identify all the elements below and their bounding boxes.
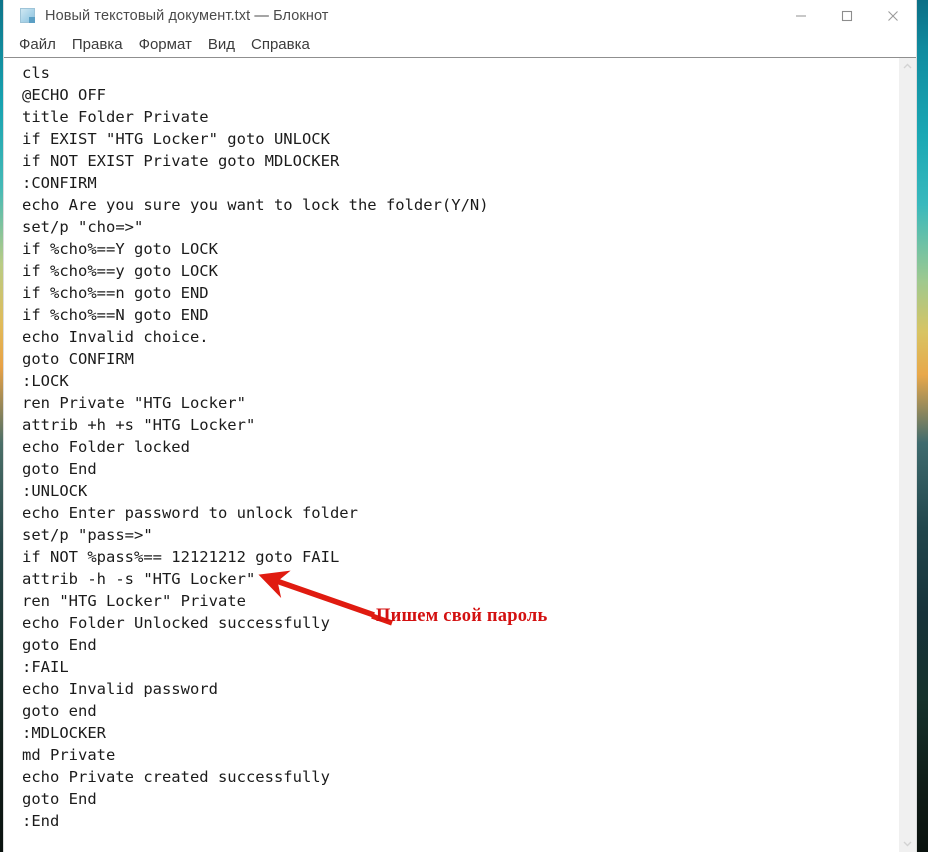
document-line: goto CONFIRM	[22, 350, 134, 368]
document-line: echo Folder locked	[22, 438, 190, 456]
document-line: goto End	[22, 790, 97, 808]
menu-item-format[interactable]: Формат	[139, 36, 192, 53]
menu-item-file[interactable]: Файл	[19, 36, 56, 53]
document-line: goto End	[22, 460, 97, 478]
document-line: :End	[22, 812, 60, 830]
document-line: if %cho%==y goto LOCK	[22, 262, 218, 280]
document-line: if EXIST "HTG Locker" goto UNLOCK	[22, 130, 330, 148]
menu-bar: Файл Правка Формат Вид Справка	[4, 32, 916, 58]
minimize-button[interactable]	[778, 1, 824, 31]
document-line: title Folder Private	[22, 108, 209, 126]
document-line: ren "HTG Locker" Private	[22, 592, 246, 610]
document-line: :FAIL	[22, 658, 69, 676]
window-title: Новый текстовый документ.txt — Блокнот	[45, 8, 329, 24]
document-line: goto end	[22, 702, 97, 720]
close-icon	[888, 11, 898, 21]
editor-region: cls @ECHO OFF title Folder Private if EXIST…	[4, 58, 916, 852]
notepad-window: Новый текстовый документ.txt — Блокнот Ф…	[4, 0, 916, 852]
text-editor[interactable]: cls @ECHO OFF title Folder Private if EXIST…	[4, 58, 898, 852]
scrollbar-up-button[interactable]	[899, 58, 916, 75]
chevron-up-icon	[903, 63, 912, 69]
document-line: :LOCK	[22, 372, 69, 390]
document-text: cls @ECHO OFF title Folder Private if EXIST…	[22, 62, 898, 832]
document-line: echo Invalid password	[22, 680, 218, 698]
document-line: if %cho%==n goto END	[22, 284, 209, 302]
document-line: echo Enter password to unlock folder	[22, 504, 358, 522]
document-line: echo Folder Unlocked successfully	[22, 614, 330, 632]
document-line: set/p "pass=>"	[22, 526, 153, 544]
title-bar[interactable]: Новый текстовый документ.txt — Блокнот	[4, 0, 916, 32]
document-line: goto End	[22, 636, 97, 654]
document-line: if NOT %pass%== 12121212 goto FAIL	[22, 548, 340, 566]
document-line: echo Private created successfully	[22, 768, 330, 786]
document-line: md Private	[22, 746, 116, 764]
document-line: cls	[22, 64, 50, 82]
document-line: echo Are you sure you want to lock the f…	[22, 196, 489, 214]
menu-item-edit[interactable]: Правка	[72, 36, 123, 53]
document-line: :UNLOCK	[22, 482, 88, 500]
document-line: attrib +h +s "HTG Locker"	[22, 416, 256, 434]
scrollbar-down-button[interactable]	[899, 835, 916, 852]
chevron-down-icon	[903, 841, 912, 847]
document-line: :CONFIRM	[22, 174, 97, 192]
close-button[interactable]	[870, 1, 916, 31]
document-line: ren Private "HTG Locker"	[22, 394, 246, 412]
document-line: :MDLOCKER	[22, 724, 106, 742]
menu-item-view[interactable]: Вид	[208, 36, 235, 53]
document-line: if %cho%==N goto END	[22, 306, 209, 324]
notepad-document-icon	[20, 8, 36, 24]
document-line: attrib -h -s "HTG Locker"	[22, 570, 256, 588]
minimize-icon	[796, 15, 806, 17]
document-line: set/p "cho=>"	[22, 218, 144, 236]
document-line: if NOT EXIST Private goto MDLOCKER	[22, 152, 340, 170]
maximize-button[interactable]	[824, 1, 870, 31]
document-line: if %cho%==Y goto LOCK	[22, 240, 218, 258]
document-line: @ECHO OFF	[22, 86, 106, 104]
maximize-icon	[841, 10, 853, 22]
menu-item-help[interactable]: Справка	[251, 36, 310, 53]
document-line: echo Invalid choice.	[22, 328, 209, 346]
vertical-scrollbar[interactable]	[898, 58, 916, 852]
